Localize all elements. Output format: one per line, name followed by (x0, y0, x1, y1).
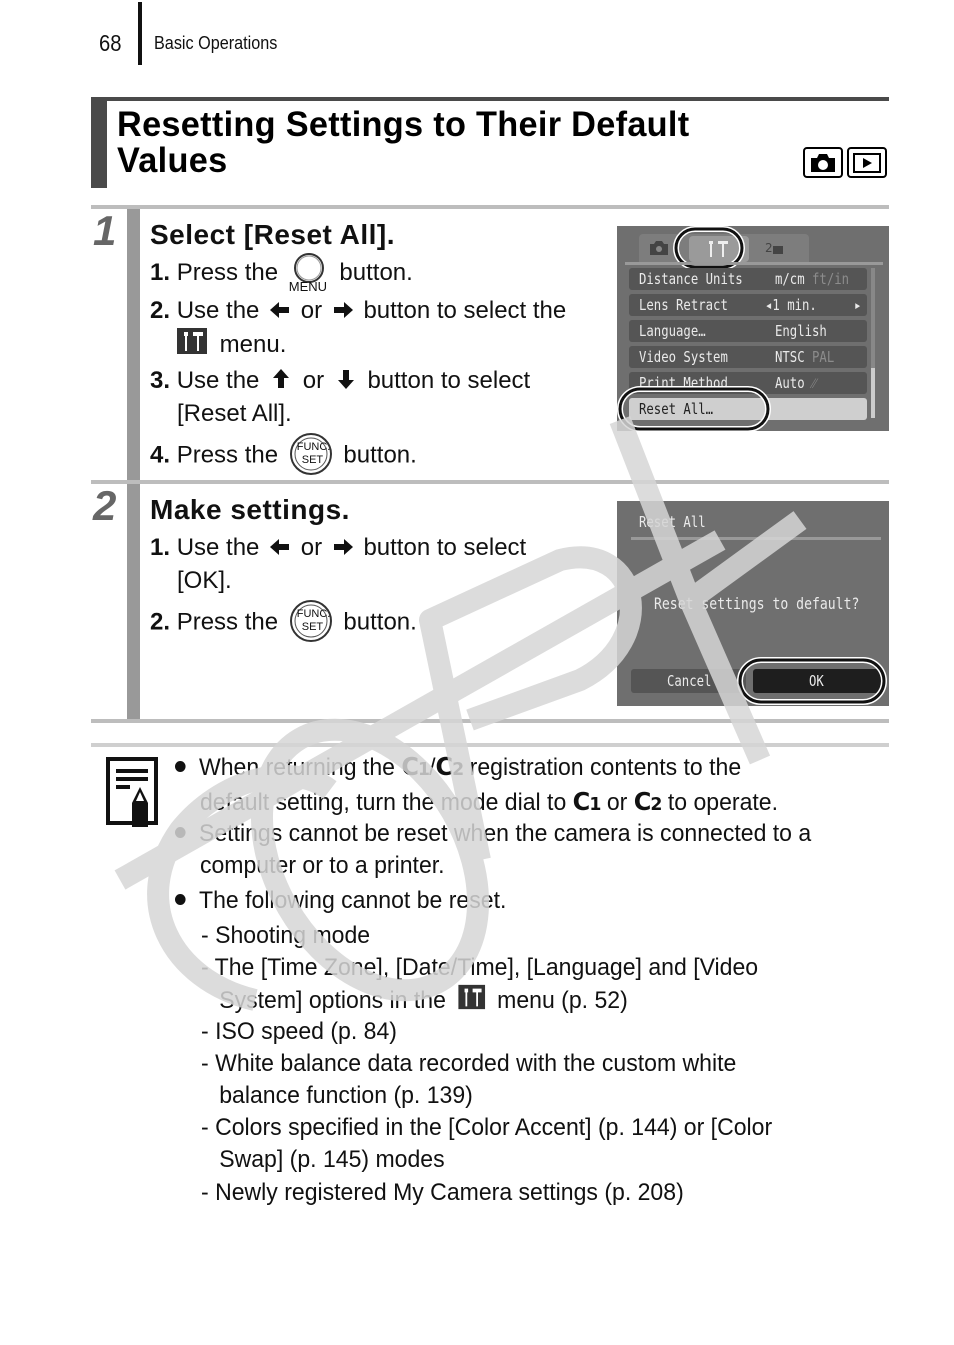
notes-divider (91, 743, 889, 747)
playback-icon (847, 147, 887, 178)
dialog-heading: Reset All (639, 513, 706, 531)
page-number: 68 (99, 30, 122, 56)
bullet-icon (175, 894, 186, 906)
menu-label: MENU (288, 278, 328, 294)
cannot-reset-item: - Colors specified in the [Color Accent]… (201, 1114, 773, 1173)
left-arrow-icon (270, 296, 290, 328)
c2-mode-icon: C2 (633, 787, 663, 816)
selection-highlight-ring (737, 657, 887, 705)
step-divider (91, 205, 889, 209)
tab-underline (625, 262, 883, 265)
setup-menu-icon (177, 327, 207, 363)
bullet-icon (175, 761, 186, 773)
camera-icon (803, 147, 843, 178)
c2-mode-icon: C2 (435, 752, 465, 781)
cancel-button[interactable]: Cancel (631, 669, 746, 693)
cannot-reset-item: - ISO speed (p. 84) (201, 1018, 397, 1045)
menu-row-video-system[interactable]: Video System NTSC PAL (629, 346, 867, 368)
cannot-reset-item: - Newly registered My Camera settings (p… (201, 1179, 684, 1206)
left-arrow-icon (270, 533, 290, 565)
right-arrow-icon (333, 533, 353, 565)
step-1: 1 Select [Reset All]. 1. Press the MENU … (91, 205, 889, 480)
c1-mode-icon: C1 (572, 787, 602, 816)
note-bullet-3: The following cannot be reset. (175, 885, 506, 917)
menu-button-icon: MENU (289, 252, 327, 293)
left-small-arrow-icon: ◂ (765, 296, 773, 314)
step-bar (127, 209, 140, 480)
title-accent-bar (91, 97, 107, 188)
page-title-line2: Values (117, 141, 228, 180)
note-pencil-icon (106, 757, 160, 834)
right-arrow-icon (333, 296, 353, 328)
menu-row-lens-retract[interactable]: Lens Retract ◂1 min. ▸ (629, 294, 867, 316)
camera-tab-icon (649, 240, 669, 261)
instruction-1: 1. Press the MENU button. (150, 252, 413, 293)
page-title-line1: Resetting Settings to Their Default (117, 105, 690, 144)
down-arrow-icon (337, 366, 355, 398)
step-bar (127, 484, 140, 720)
dialog-divider (631, 537, 881, 540)
func-set-button-icon: FUNC. SET (289, 600, 333, 642)
my-camera-tab-icon: 2 (765, 240, 787, 261)
up-arrow-icon (272, 366, 290, 398)
step-2: 2 Make settings. 1. Use the or button to… (91, 480, 889, 720)
right-small-arrow-icon: ▸ (853, 296, 862, 314)
step-title: Make settings. (150, 494, 350, 525)
mode-icons (803, 147, 887, 178)
menu-scrollbar[interactable] (871, 268, 875, 418)
func-set-button-icon: FUNC. SET (289, 433, 333, 475)
step-title: Select [Reset All]. (150, 219, 395, 250)
instruction-4: 4. Press the FUNC. SET button. (150, 433, 417, 477)
cannot-reset-item: - White balance data recorded with the c… (201, 1050, 737, 1109)
cannot-reset-item: - Shooting mode (201, 922, 371, 949)
note-bullet-1: When returning the C1/C2 registration co… (175, 751, 778, 821)
c1-mode-icon: C1 (401, 752, 430, 781)
step-divider (91, 480, 889, 484)
title-box: Resetting Settings to Their Default Valu… (91, 97, 889, 188)
instruction-2: 2. Use the or button to select the menu. (150, 295, 566, 363)
dialog-message: Reset settings to default? (654, 594, 860, 613)
setup-menu-icon (458, 984, 485, 1019)
page-title: Resetting Settings to Their Default Valu… (117, 107, 803, 179)
selection-highlight-ring (617, 386, 771, 431)
camera-reset-dialog-screen: Reset All Reset settings to default? Can… (617, 501, 889, 706)
printer-icon: ⁄⁄ (812, 374, 817, 392)
svg-text:2: 2 (765, 241, 773, 255)
bullet-icon (175, 827, 186, 839)
section-name: Basic Operations (154, 33, 278, 53)
steps-bottom-divider (91, 719, 889, 723)
menu-row-distance-units[interactable]: Distance Units m/cm ft/in (629, 268, 867, 290)
step-number: 2 (93, 482, 117, 529)
instruction-2: 2. Press the FUNC. SET button. (150, 600, 417, 644)
camera-setup-menu-screen: 2 Distance Units m/cm ft/in Lens Retract… (617, 226, 889, 431)
step-number: 1 (93, 207, 117, 254)
note-bullet-2: Settings cannot be reset when the camera… (175, 818, 811, 882)
instruction-1: 1. Use the or button to select [OK]. (150, 533, 527, 594)
cannot-reset-item: - The [Time Zone], [Date/Time], [Languag… (201, 952, 758, 1019)
instruction-3: 3. Use the or button to select [Reset Al… (150, 366, 531, 427)
menu-row-language[interactable]: Language… English (629, 320, 867, 342)
header-divider (138, 2, 142, 65)
